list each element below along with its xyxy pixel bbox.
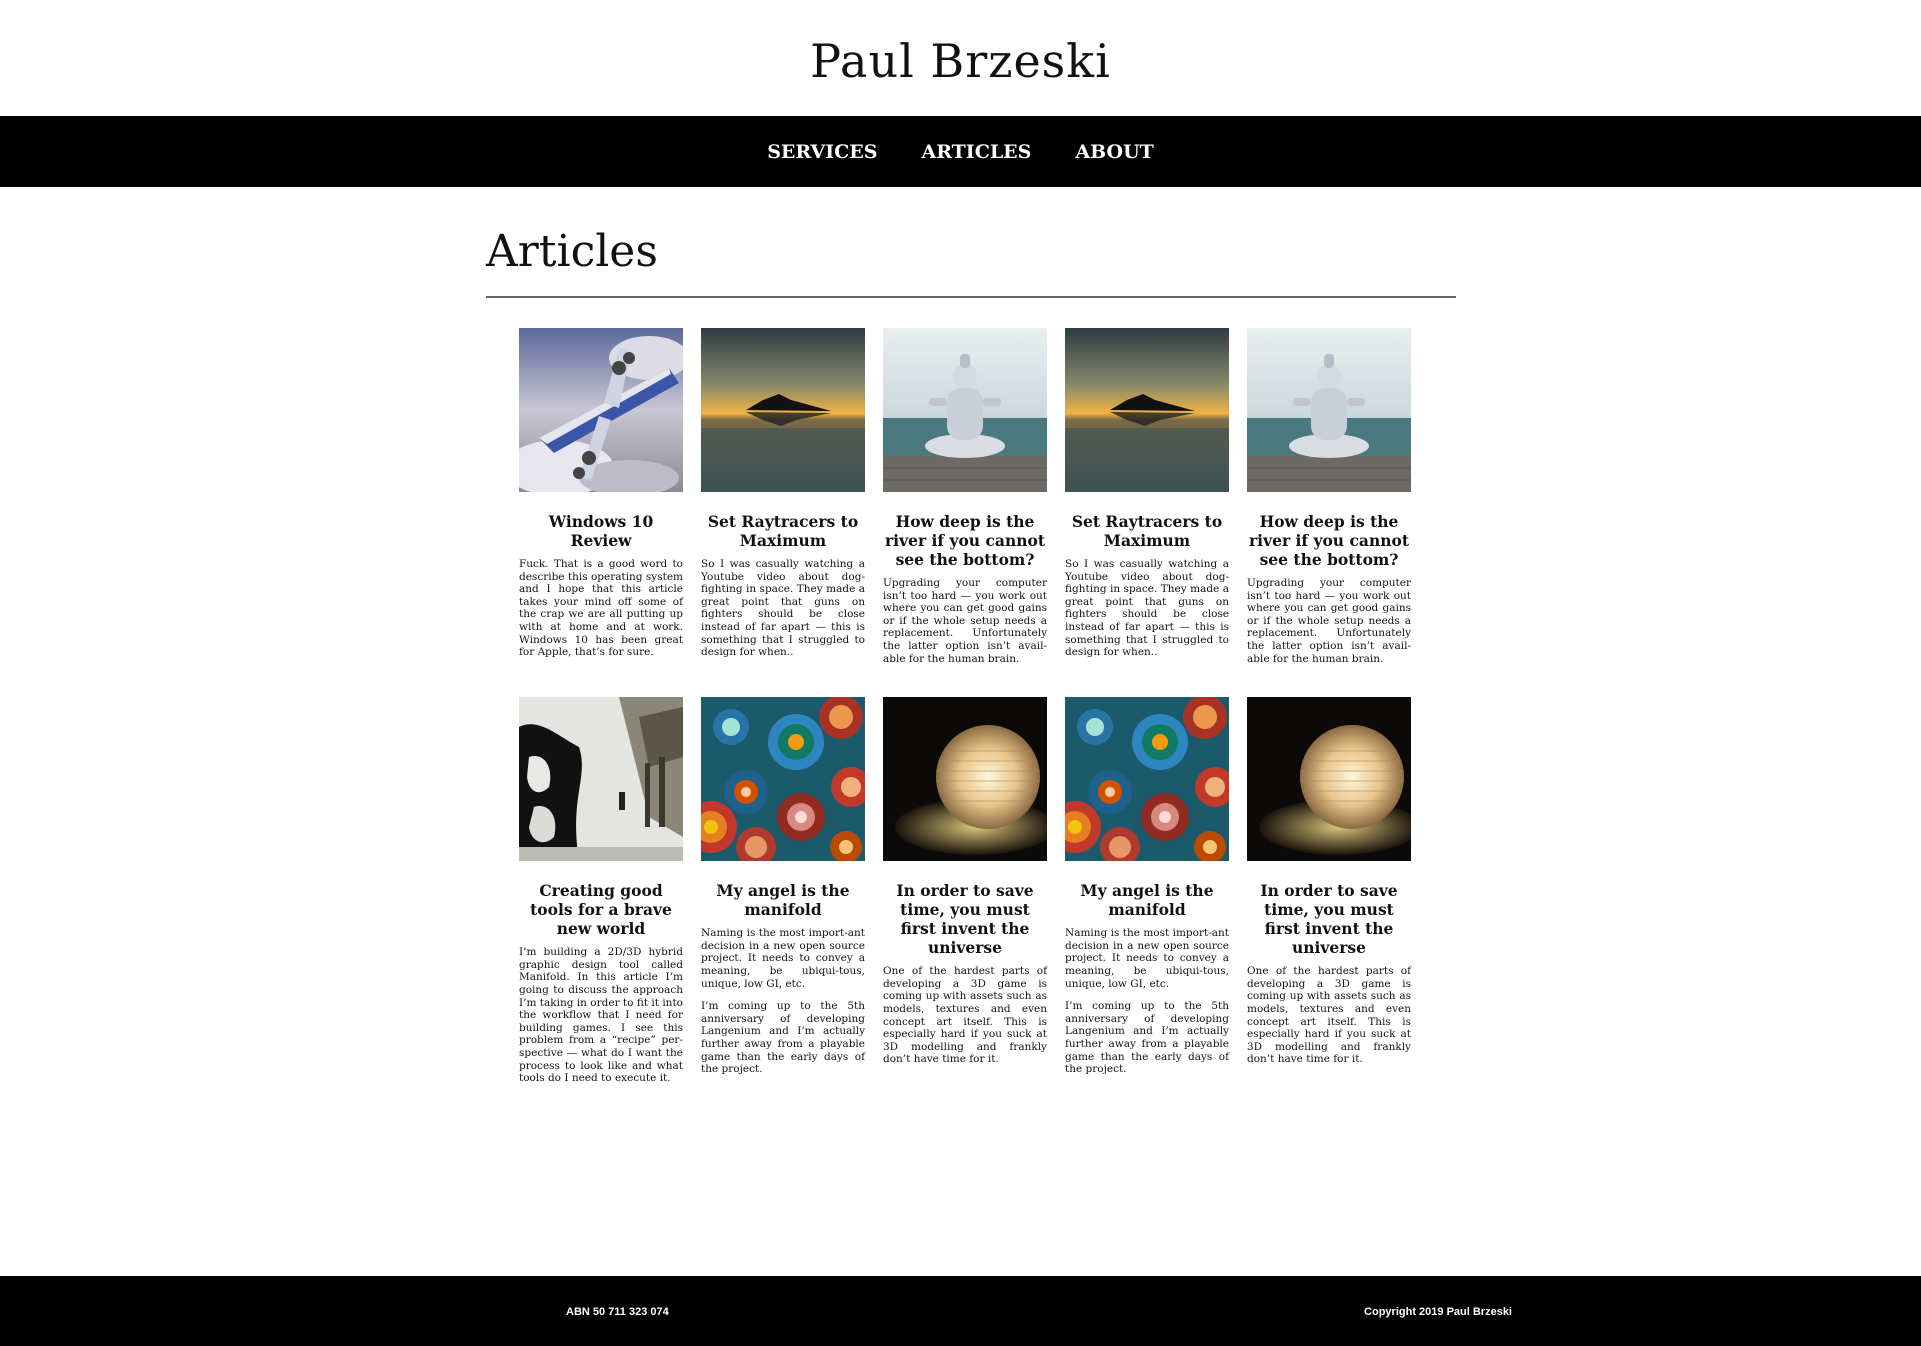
footer-copyright: Copyright 2019 Paul Brzeski — [1364, 1306, 1512, 1318]
article-title[interactable]: My angel is the manifold — [701, 881, 865, 919]
article-excerpt: Fuck. That is a good word to describe th… — [519, 558, 683, 659]
article-card[interactable]: Set Raytracers to Maximum So I was casual… — [1065, 328, 1229, 675]
article-excerpt: So I was casually watching a Youtube vid… — [701, 558, 865, 659]
article-title[interactable]: Set Raytracers to Maximum — [1065, 512, 1229, 550]
article-card[interactable]: How deep is the river if you cannot see … — [1247, 328, 1411, 675]
article-excerpt: Naming is the most import-ant decision i… — [1065, 927, 1229, 990]
article-thumbnail[interactable] — [1065, 328, 1229, 492]
article-thumbnail[interactable] — [701, 697, 865, 862]
article-excerpt: Naming is the most import-ant decision i… — [701, 927, 865, 990]
article-thumbnail[interactable] — [701, 328, 865, 492]
article-excerpt: I’m coming up to the 5th anniversary of … — [1065, 1000, 1229, 1076]
nav-services[interactable]: SERVICES — [767, 141, 877, 163]
article-thumbnail[interactable] — [883, 328, 1047, 492]
article-thumbnail[interactable] — [519, 697, 683, 862]
article-thumbnail[interactable] — [519, 328, 683, 492]
article-excerpt: I’m coming up to the 5th anniversary of … — [701, 1000, 865, 1076]
article-card[interactable]: Creating good tools for a brave new worl… — [519, 697, 683, 1095]
article-grid: Windows 10 Review Fuck. That is a good wo… — [519, 328, 1419, 1095]
main-nav: SERVICES ARTICLES ABOUT — [0, 116, 1921, 187]
article-card[interactable]: Set Raytracers to Maximum So I was casual… — [701, 328, 865, 675]
article-card[interactable]: In order to save time, you must first in… — [883, 697, 1047, 1095]
article-title[interactable]: How deep is the river if you cannot see … — [1247, 512, 1411, 569]
article-excerpt: Upgrading your computer isn’t too hard —… — [883, 577, 1047, 665]
article-excerpt: Upgrading your computer isn’t too hard —… — [1247, 577, 1411, 665]
article-thumbnail[interactable] — [1247, 328, 1411, 492]
article-excerpt: So I was casually watching a Youtube vid… — [1065, 558, 1229, 659]
article-title[interactable]: In order to save time, you must first in… — [1247, 881, 1411, 957]
nav-about[interactable]: ABOUT — [1075, 141, 1153, 163]
article-title[interactable]: Set Raytracers to Maximum — [701, 512, 865, 550]
article-title[interactable]: My angel is the manifold — [1065, 881, 1229, 919]
article-title[interactable]: How deep is the river if you cannot see … — [883, 512, 1047, 569]
page-heading: Articles — [486, 226, 658, 277]
article-thumbnail[interactable] — [1065, 697, 1229, 862]
article-title[interactable]: Windows 10 Review — [519, 512, 683, 550]
article-thumbnail[interactable] — [883, 697, 1047, 862]
article-excerpt: One of the hardest parts of developing a… — [1247, 965, 1411, 1066]
footer: ABN 50 711 323 074 Copyright 2019 Paul B… — [0, 1276, 1921, 1346]
article-card[interactable]: In order to save time, you must first in… — [1247, 697, 1411, 1095]
article-card[interactable]: My angel is the manifold Naming is the mo… — [701, 697, 865, 1095]
site-title[interactable]: Paul Brzeski — [0, 34, 1921, 88]
article-thumbnail[interactable] — [1247, 697, 1411, 862]
article-title[interactable]: Creating good tools for a brave new worl… — [519, 881, 683, 938]
article-card[interactable]: My angel is the manifold Naming is the mo… — [1065, 697, 1229, 1095]
article-card[interactable]: Windows 10 Review Fuck. That is a good wo… — [519, 328, 683, 675]
article-title[interactable]: In order to save time, you must first in… — [883, 881, 1047, 957]
nav-articles[interactable]: ARTICLES — [921, 141, 1031, 163]
heading-divider — [486, 296, 1456, 298]
article-excerpt: I’m building a 2D/3D hybrid graphic desi… — [519, 946, 683, 1085]
article-excerpt: One of the hardest parts of developing a… — [883, 965, 1047, 1066]
article-card[interactable]: How deep is the river if you cannot see … — [883, 328, 1047, 675]
footer-abn: ABN 50 711 323 074 — [566, 1306, 669, 1318]
